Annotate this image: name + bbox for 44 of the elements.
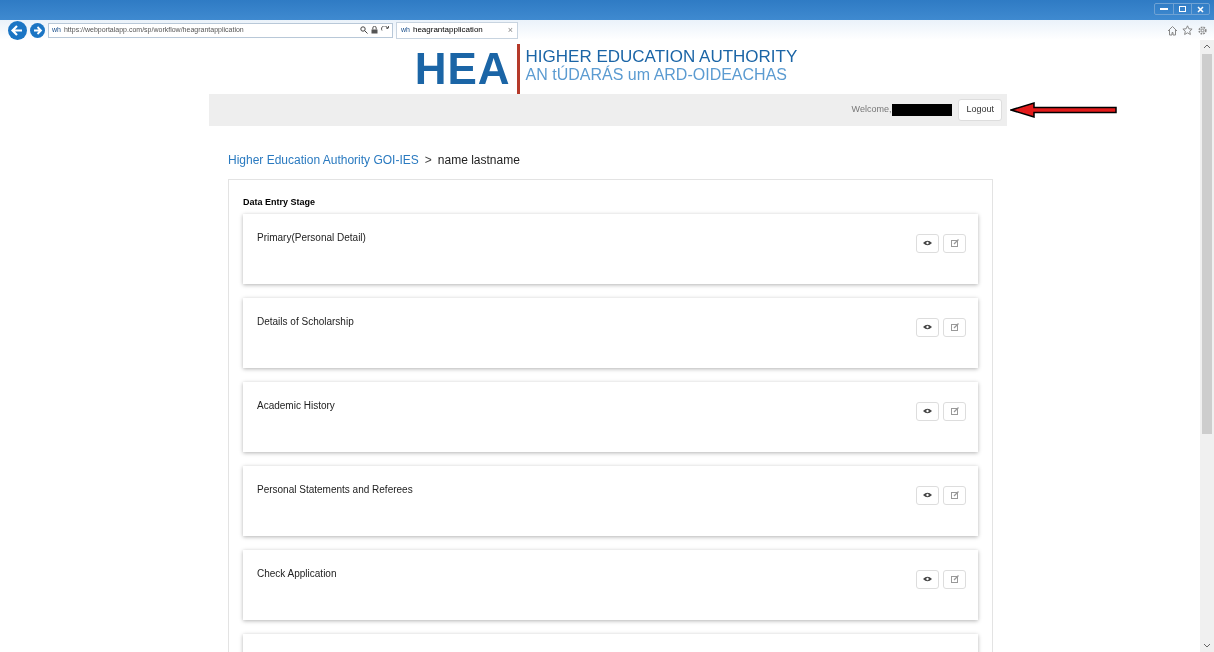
eye-icon	[923, 576, 932, 582]
stage-title: Academic History	[257, 398, 335, 413]
window-controls[interactable]	[1154, 3, 1210, 15]
edit-icon	[950, 575, 959, 583]
stage-title: Primary(Personal Detail)	[257, 230, 366, 245]
refresh-icon[interactable]	[381, 26, 389, 34]
scrollbar[interactable]	[1200, 40, 1214, 652]
close-icon[interactable]	[1197, 5, 1204, 13]
arrow-icon	[1010, 102, 1118, 118]
forward-icon[interactable]	[30, 22, 45, 38]
breadcrumb-current: name lastname	[437, 152, 520, 169]
eye-icon	[923, 324, 932, 330]
view-button[interactable]	[916, 401, 939, 421]
lock-icon	[371, 26, 378, 34]
welcome-text: Welcome,	[851, 103, 892, 117]
settings-icon[interactable]	[1197, 24, 1208, 36]
logo-title: HIGHER EDUCATION AUTHORITY	[525, 47, 798, 66]
panel-title: Data Entry Stage	[243, 196, 317, 209]
stage-title: Check Application	[257, 566, 337, 581]
edit-icon	[950, 323, 959, 331]
view-button[interactable]	[916, 569, 939, 589]
eye-icon	[923, 240, 932, 246]
view-button[interactable]	[916, 485, 939, 505]
eye-icon	[923, 492, 932, 498]
breadcrumb-separator: >	[424, 152, 432, 169]
tab-title: heagrantapplication	[412, 24, 484, 36]
edit-icon	[950, 407, 959, 415]
eye-icon	[923, 408, 932, 414]
back-icon[interactable]	[8, 20, 27, 40]
logout-button[interactable]: Logout	[958, 99, 1002, 121]
stage-title: Details of Scholarship	[257, 314, 354, 329]
redaction-bar	[892, 104, 953, 116]
edit-icon	[950, 491, 959, 499]
tab-close-button[interactable]: ×	[507, 25, 513, 35]
star-icon[interactable]	[1182, 24, 1193, 36]
logo-mark: HEA	[414, 44, 511, 94]
view-button[interactable]	[916, 233, 939, 253]
breadcrumb-link[interactable]: Higher Education Authority GOI-IES	[228, 151, 419, 169]
logo-subtitle: AN tÚDARÁS um ARD-OIDEACHAS	[525, 66, 788, 84]
stage-title: Personal Statements and Referees	[257, 482, 413, 497]
search-icon[interactable]	[360, 26, 368, 34]
view-button[interactable]	[916, 317, 939, 337]
home-icon[interactable]	[1167, 24, 1178, 36]
edit-icon	[950, 239, 959, 247]
